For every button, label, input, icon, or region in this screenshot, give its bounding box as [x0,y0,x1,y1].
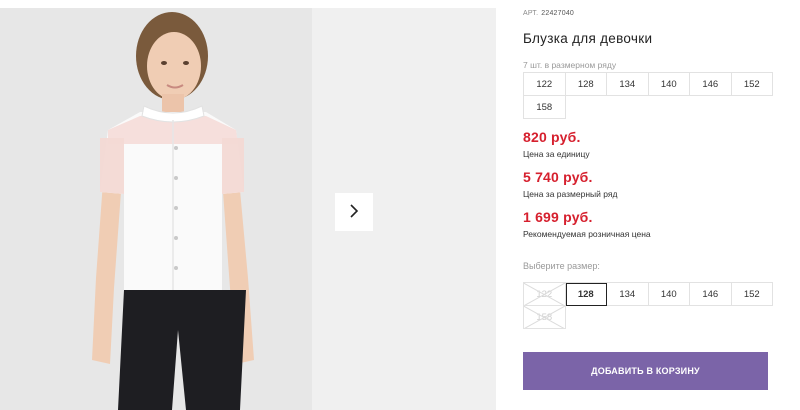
chevron-right-icon [348,203,360,222]
size-option-128[interactable]: 128 [565,283,607,306]
size-row-cell: 134 [607,73,649,96]
retail-price: 1 699 руб. [523,209,593,225]
article-value: 22427040 [541,10,575,17]
size-row-cell: 152 [731,73,773,96]
size-option-134[interactable]: 134 [607,283,649,306]
row-price-label: Цена за размерный ряд [523,189,618,199]
size-option-146[interactable]: 146 [690,283,732,306]
add-to-cart-button[interactable]: ДОБАВИТЬ В КОРЗИНУ [523,352,768,390]
size-option-122: 122 [524,283,566,306]
row-price: 5 740 руб. [523,169,593,185]
product-title: Блузка для девочки [523,31,653,46]
article-label: АРТ. [523,10,539,17]
size-option-158: 158 [524,306,566,329]
size-selector: 122 128 134 140 146 152 158 [523,282,773,329]
size-row-grid: 122 128 134 140 146 152 158 [523,72,773,119]
gallery-next-button[interactable] [335,193,373,231]
size-option-152[interactable]: 152 [731,283,773,306]
size-option-140[interactable]: 140 [648,283,690,306]
pack-count: 7 шт. в размерном ряду [523,60,617,70]
size-row-cell: 128 [565,73,607,96]
girl-in-blouse-image [0,8,312,410]
product-photo [0,8,312,410]
retail-price-label: Рекомендуемая розничная цена [523,229,651,239]
choose-size-label: Выберите размер: [523,261,600,271]
product-gallery [0,8,496,410]
size-row-cell: 122 [524,73,566,96]
size-row-cell: 146 [690,73,732,96]
article-number: АРТ. 22427040 [523,10,574,17]
size-row-cell: 140 [648,73,690,96]
size-row-cell: 158 [524,96,566,119]
unit-price-label: Цена за единицу [523,149,590,159]
unit-price: 820 руб. [523,129,581,145]
